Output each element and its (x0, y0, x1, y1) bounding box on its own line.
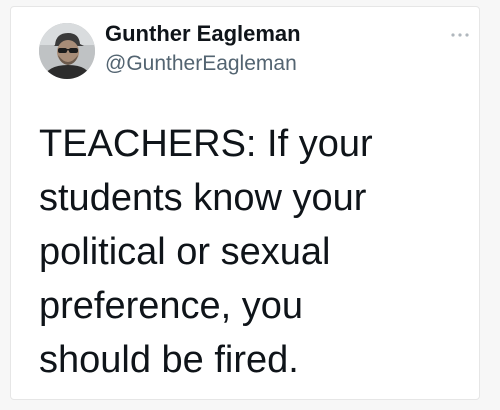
avatar[interactable] (39, 23, 95, 79)
author-handle[interactable]: @GuntherEagleman (105, 52, 297, 76)
more-horizontal-icon[interactable] (449, 27, 471, 37)
tweet-text: TEACHERS: If your students know your pol… (39, 123, 373, 381)
author-display-name[interactable]: Gunther Eagleman (105, 21, 301, 47)
user-avatar-icon (39, 23, 95, 79)
tweet-card: Gunther Eagleman @GuntherEagleman TEACHE… (10, 6, 480, 400)
